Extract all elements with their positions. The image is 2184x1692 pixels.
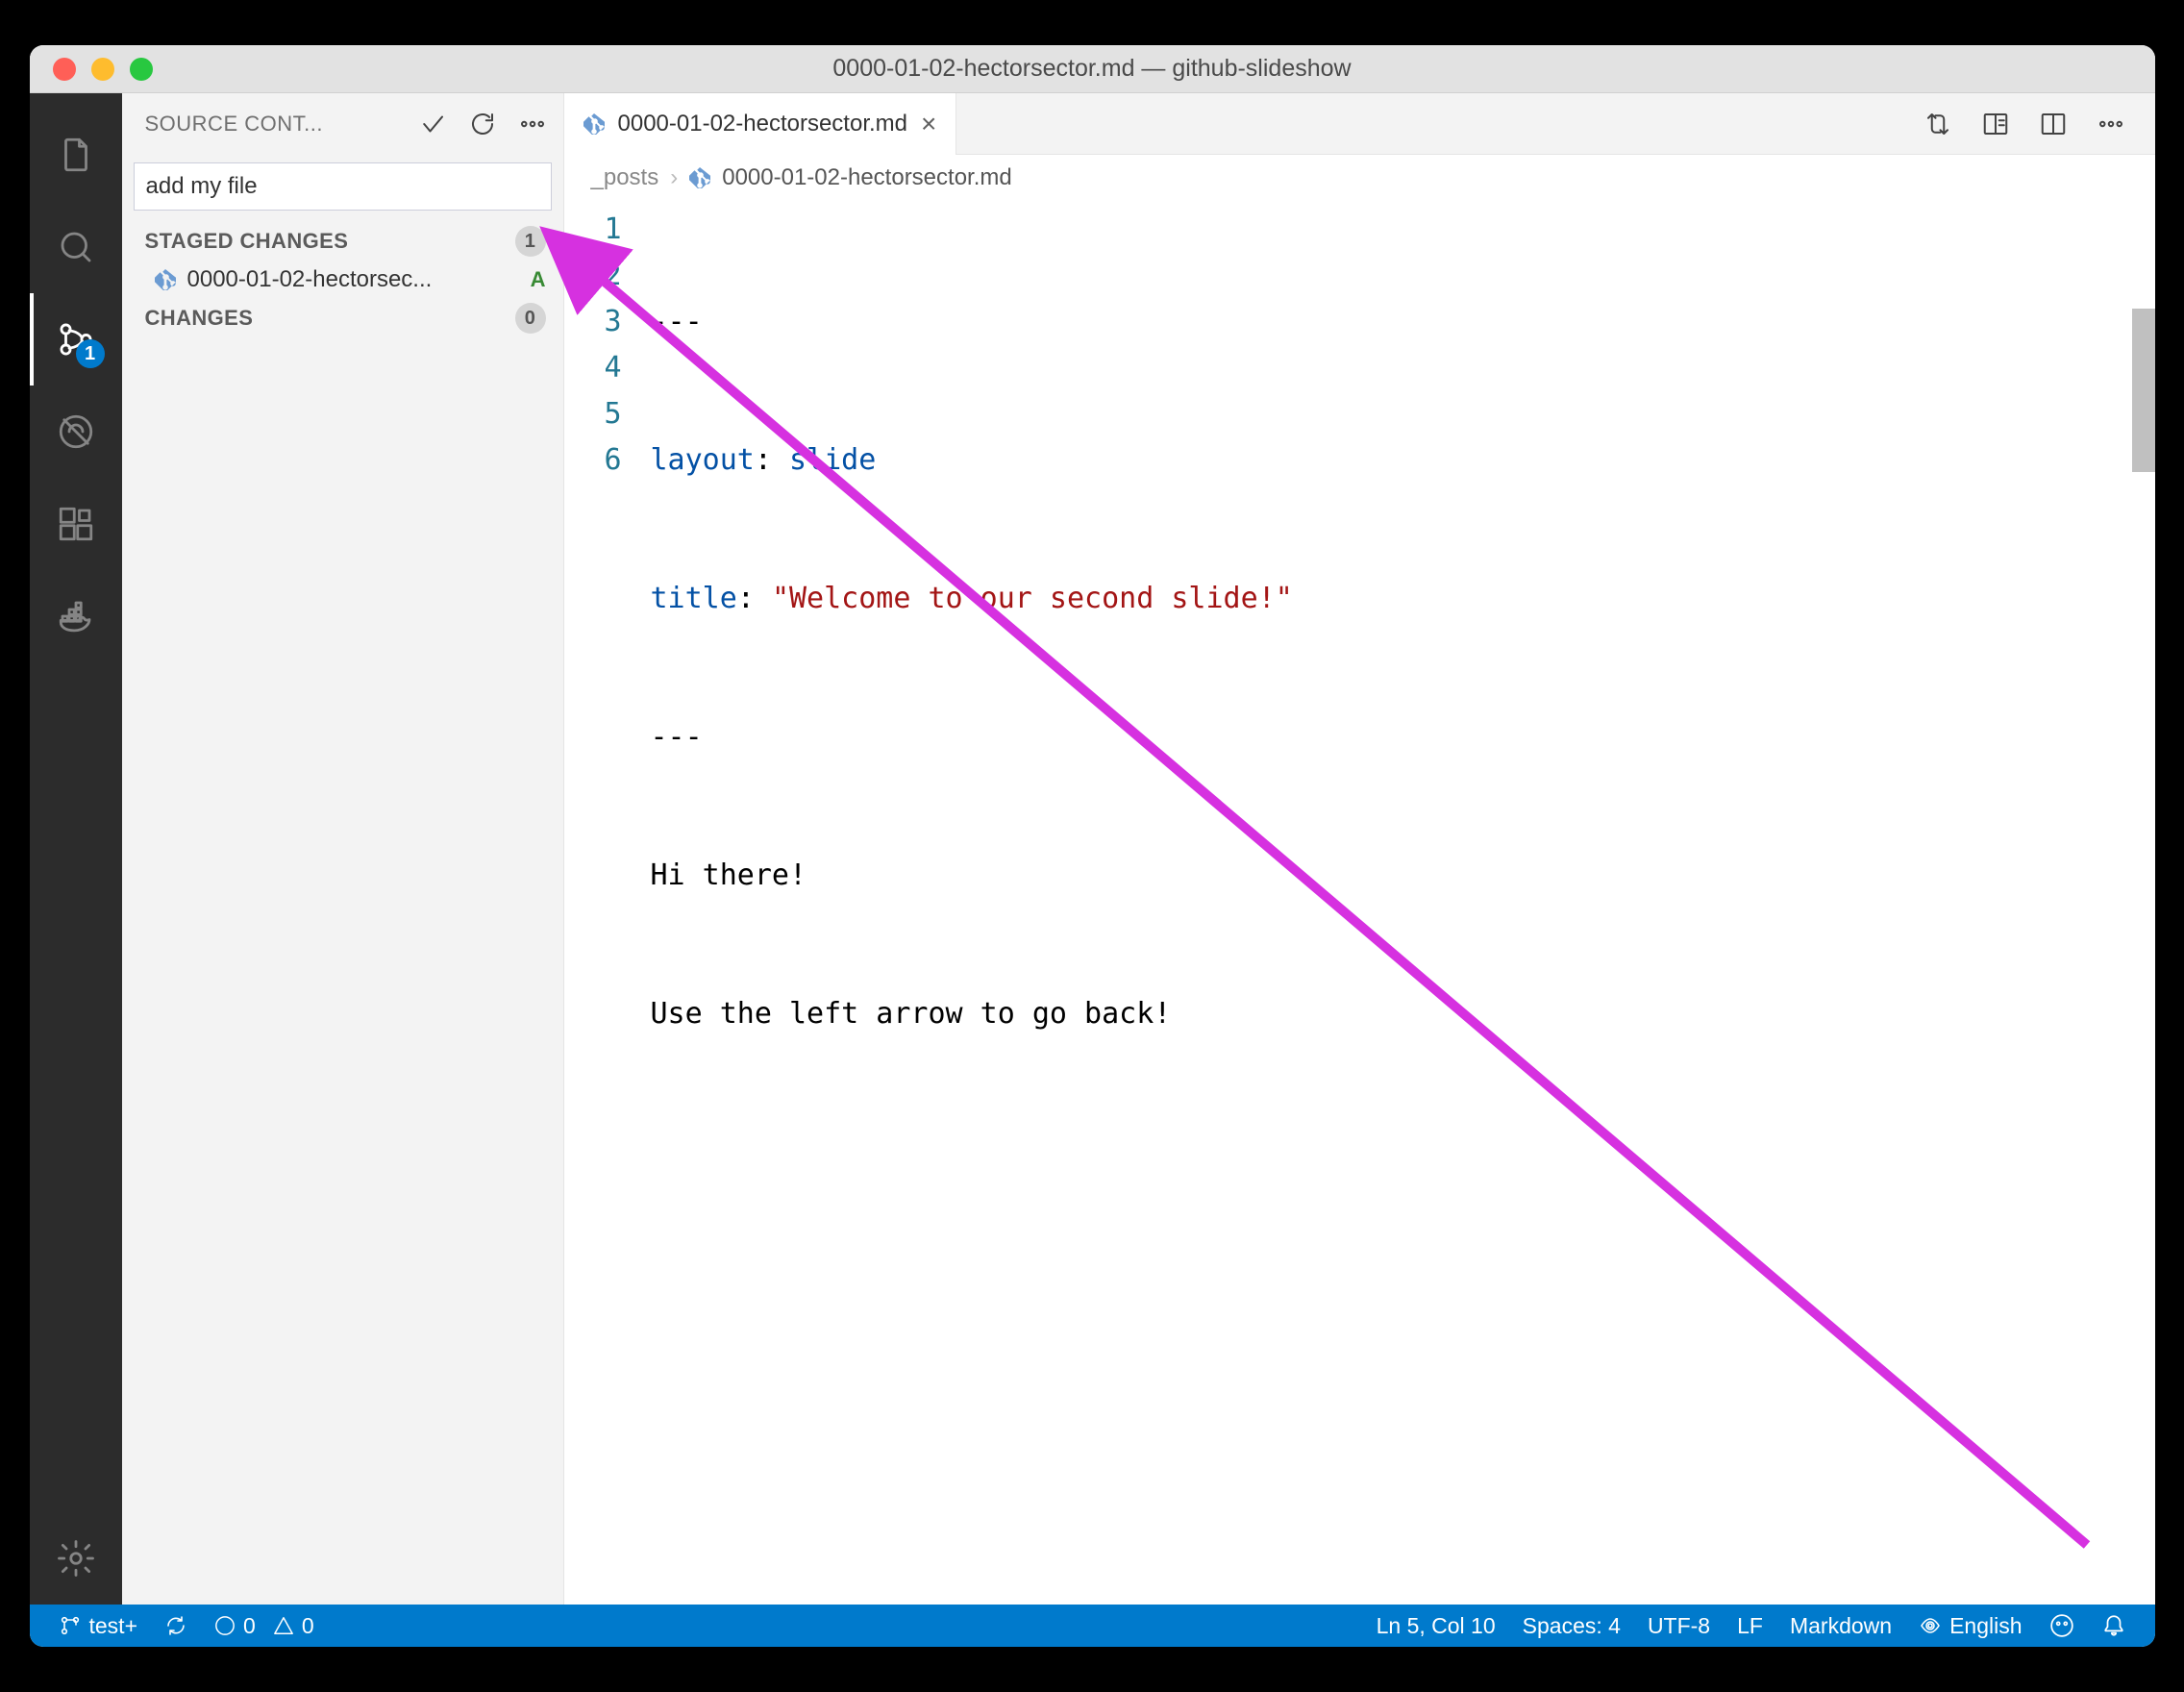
tab-bar: 0000-01-02-hectorsector.md × — [564, 93, 2155, 155]
close-window[interactable] — [53, 58, 76, 81]
staged-changes-label: STAGED CHANGES — [145, 229, 349, 254]
code-editor[interactable]: 123456 --- layout: slide title: "Welcome… — [564, 201, 2155, 1605]
scm-badge: 1 — [76, 339, 105, 368]
extensions-view-icon[interactable] — [30, 478, 122, 570]
scm-panel-header: SOURCE CONT... — [122, 93, 563, 155]
staged-file-status: A — [531, 267, 546, 292]
search-view-icon[interactable] — [30, 201, 122, 293]
scm-header-actions — [417, 109, 548, 139]
editor-tab-active[interactable]: 0000-01-02-hectorsector.md × — [564, 93, 957, 155]
split-editor-icon[interactable] — [2036, 107, 2071, 141]
status-feedback-icon[interactable] — [2036, 1605, 2088, 1647]
minimize-window[interactable] — [91, 58, 114, 81]
titlebar: 0000-01-02-hectorsector.md — github-slid… — [30, 45, 2155, 93]
status-spellcheck[interactable]: English — [1905, 1605, 2035, 1647]
workbench-body: 1 SOURCE CONT... — [30, 93, 2155, 1605]
settings-gear-icon[interactable] — [30, 1512, 122, 1605]
breadcrumbs[interactable]: _posts › 0000-01-02-hectorsector.md — [564, 155, 2155, 201]
vscode-window: 0000-01-02-hectorsector.md — github-slid… — [30, 45, 2155, 1647]
window-title: 0000-01-02-hectorsector.md — github-slid… — [30, 55, 2155, 83]
tab-file-name: 0000-01-02-hectorsector.md — [618, 111, 908, 137]
staged-changes-count: 1 — [515, 226, 546, 257]
activity-bar: 1 — [30, 93, 122, 1605]
commit-message-wrap — [122, 155, 563, 220]
refresh-icon[interactable] — [467, 109, 498, 139]
compare-changes-icon[interactable] — [1921, 107, 1955, 141]
docker-view-icon[interactable] — [30, 570, 122, 662]
scm-view-icon[interactable]: 1 — [30, 293, 122, 386]
staged-file-name: 0000-01-02-hectorsec... — [187, 266, 519, 293]
more-icon[interactable] — [517, 109, 548, 139]
tab-close-icon[interactable]: × — [921, 111, 936, 137]
breadcrumb-file-icon — [689, 167, 710, 188]
tab-file-icon — [583, 113, 605, 135]
changes-count: 0 — [515, 303, 546, 334]
explorer-view-icon[interactable] — [30, 109, 122, 201]
line-numbers: 123456 — [564, 201, 651, 1605]
scm-sidebar: SOURCE CONT... STAGED CHANGES 1 0000-01-… — [122, 93, 564, 1605]
file-git-icon — [155, 269, 176, 290]
chevron-right-icon: › — [670, 164, 678, 191]
zoom-window[interactable] — [130, 58, 153, 81]
code-content: --- layout: slide title: "Welcome to our… — [651, 201, 2155, 1605]
preview-icon[interactable] — [1978, 107, 2013, 141]
commit-message-input[interactable] — [134, 162, 552, 211]
status-notifications-icon[interactable] — [2088, 1605, 2140, 1647]
debug-view-icon[interactable] — [30, 386, 122, 478]
status-problems[interactable]: 0 0 — [201, 1605, 328, 1647]
scm-panel-title: SOURCE CONT... — [145, 112, 417, 137]
status-indentation[interactable]: Spaces: 4 — [1509, 1605, 1634, 1647]
status-bar: test+ 0 0 Ln 5, Col 10 Spaces: 4 UTF-8 L… — [30, 1605, 2155, 1647]
breadcrumb-file: 0000-01-02-hectorsector.md — [722, 164, 1012, 191]
status-branch[interactable]: test+ — [45, 1605, 152, 1647]
commit-icon[interactable] — [417, 109, 448, 139]
status-sync[interactable] — [151, 1605, 201, 1647]
status-eol[interactable]: LF — [1724, 1605, 1776, 1647]
staged-file-row[interactable]: 0000-01-02-hectorsec... A — [122, 262, 563, 297]
changes-label: CHANGES — [145, 306, 254, 331]
staged-changes-header[interactable]: STAGED CHANGES 1 — [122, 220, 563, 262]
editor-group: 0000-01-02-hectorsector.md × _posts › 00… — [564, 93, 2155, 1605]
minimap[interactable] — [2132, 309, 2155, 472]
status-cursor-pos[interactable]: Ln 5, Col 10 — [1363, 1605, 1509, 1647]
status-encoding[interactable]: UTF-8 — [1634, 1605, 1724, 1647]
window-controls — [30, 58, 153, 81]
editor-more-icon[interactable] — [2094, 107, 2128, 141]
breadcrumb-folder: _posts — [591, 164, 659, 191]
status-language[interactable]: Markdown — [1776, 1605, 1905, 1647]
changes-header[interactable]: CHANGES 0 — [122, 297, 563, 339]
editor-actions — [1921, 107, 2155, 141]
